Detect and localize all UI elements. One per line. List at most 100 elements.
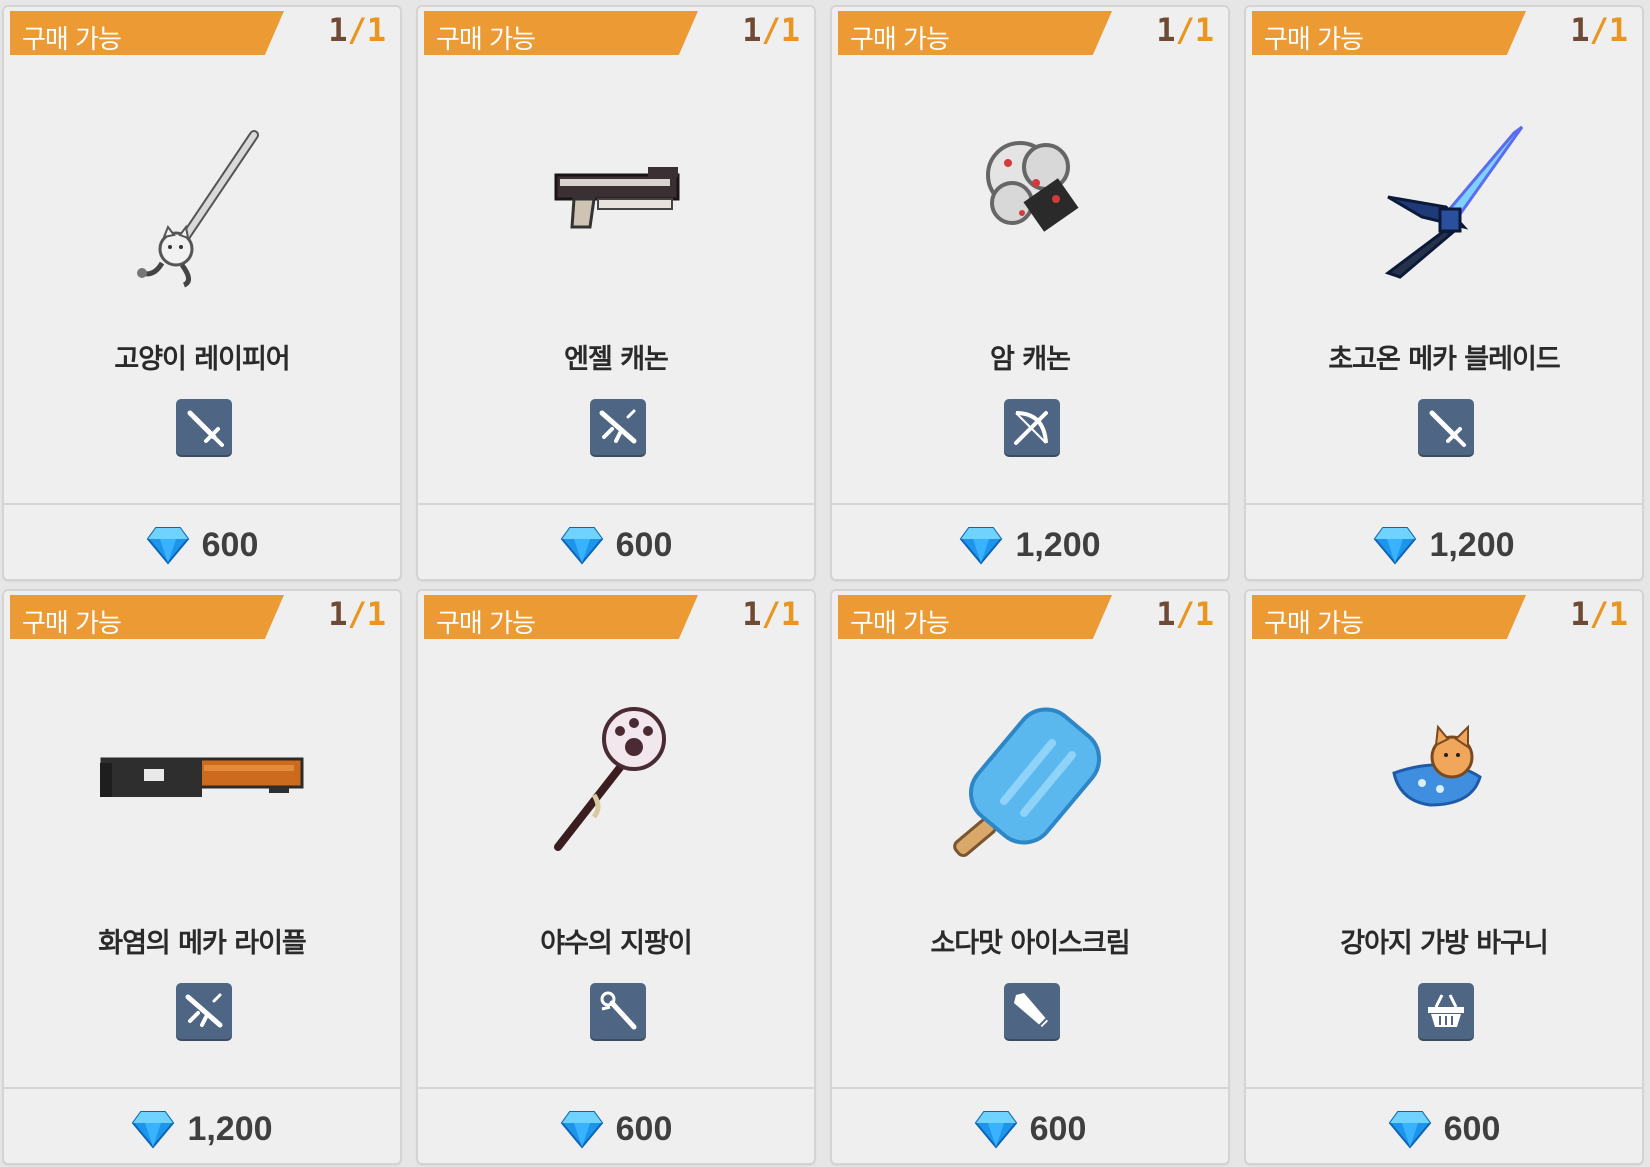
stock-separator: /: [1175, 11, 1195, 49]
price-row: 600: [418, 507, 814, 579]
availability-banner: 구매 가능: [838, 595, 1112, 639]
shop-item-card[interactable]: 구매 가능 1/1 소다맛 아이스크림 600: [830, 589, 1230, 1165]
availability-label: 구매 가능: [22, 25, 122, 55]
price-value: 1,200: [1429, 525, 1515, 564]
shop-item-card[interactable]: 구매 가능 1/1 엔젤 캐논 600: [416, 5, 816, 581]
shop-item-card[interactable]: 구매 가능 1/1 야수의 지팡이 600: [416, 589, 816, 1165]
price-row: 600: [1246, 1091, 1642, 1163]
availability-label: 구매 가능: [436, 609, 536, 639]
stock-max: 1: [1608, 11, 1628, 49]
availability-banner: 구매 가능: [1252, 11, 1526, 55]
item-name: 소다맛 아이스크림: [930, 928, 1130, 959]
diamond-icon: [974, 1111, 1017, 1149]
stock-current: 1: [1570, 11, 1590, 49]
availability-banner: 구매 가능: [10, 11, 284, 55]
stock-counter: 1/1: [1570, 595, 1628, 633]
stock-max: 1: [1608, 595, 1628, 633]
shop-item-card[interactable]: 구매 가능 1/1 강아지 가방 바구니 600: [1244, 589, 1644, 1165]
availability-banner: 구매 가능: [1252, 595, 1526, 639]
rifle-icon: [590, 399, 646, 455]
stock-max: 1: [1194, 11, 1214, 49]
shop-item-card[interactable]: 구매 가능 1/1 화염의 메카 라이플 1,200: [2, 589, 402, 1165]
rifle-icon: [176, 983, 232, 1039]
staff-icon: [590, 983, 646, 1039]
card-divider: [1246, 503, 1642, 505]
greatsword-icon: [1004, 983, 1060, 1039]
stock-counter: 1/1: [328, 11, 386, 49]
stock-current: 1: [328, 11, 348, 49]
availability-banner: 구매 가능: [424, 11, 698, 55]
stock-current: 1: [1156, 11, 1176, 49]
stock-current: 1: [1156, 595, 1176, 633]
card-divider: [4, 503, 400, 505]
availability-banner: 구매 가능: [838, 11, 1112, 55]
price-row: 1,200: [832, 507, 1228, 579]
diamond-icon: [960, 527, 1003, 565]
card-divider: [1246, 1087, 1642, 1089]
card-divider: [832, 1087, 1228, 1089]
shop-item-card[interactable]: 구매 가능 1/1 초고온 메카 블레이드 1,200: [1244, 5, 1644, 581]
stock-max: 1: [780, 595, 800, 633]
price-value: 600: [1029, 1109, 1087, 1148]
card-divider: [418, 1087, 814, 1089]
diamond-icon: [146, 527, 189, 565]
price-value: 600: [615, 1109, 673, 1148]
stock-current: 1: [742, 11, 762, 49]
availability-label: 구매 가능: [850, 25, 950, 55]
stock-max: 1: [366, 11, 386, 49]
stock-separator: /: [1175, 595, 1195, 633]
availability-label: 구매 가능: [436, 25, 536, 55]
price-row: 1,200: [4, 1091, 400, 1163]
card-divider: [4, 1087, 400, 1089]
availability-label: 구매 가능: [22, 609, 122, 639]
shop-grid: 구매 가능 1/1 고양이 레이피어 600 구매 가능 1/1 엔젤 캐논 6…: [2, 5, 1648, 1165]
diamond-icon: [1388, 1111, 1431, 1149]
sword-icon: [1418, 399, 1474, 455]
item-name: 화염의 메카 라이플: [98, 928, 307, 959]
price-row: 600: [832, 1091, 1228, 1163]
item-name: 엔젤 캐논: [564, 344, 669, 375]
availability-banner: 구매 가능: [424, 595, 698, 639]
price-value: 1,200: [1015, 525, 1101, 564]
bow-icon: [1004, 399, 1060, 455]
availability-label: 구매 가능: [850, 609, 950, 639]
shop-item-card[interactable]: 구매 가능 1/1 암 캐논 1,200: [830, 5, 1230, 581]
angel-cannon-image: [498, 67, 738, 307]
basket-icon: [1418, 983, 1474, 1039]
price-value: 600: [615, 525, 673, 564]
stock-max: 1: [780, 11, 800, 49]
availability-label: 구매 가능: [1264, 609, 1364, 639]
stock-separator: /: [1589, 11, 1609, 49]
stock-separator: /: [347, 11, 367, 49]
price-value: 600: [1443, 1109, 1501, 1148]
stock-max: 1: [1194, 595, 1214, 633]
arm-cannon-image: [912, 67, 1152, 307]
stock-counter: 1/1: [1156, 595, 1214, 633]
beast-staff-image: [498, 651, 738, 891]
card-divider: [832, 503, 1228, 505]
flame-mecha-rifle-image: [84, 651, 324, 891]
stock-counter: 1/1: [328, 595, 386, 633]
stock-separator: /: [761, 11, 781, 49]
price-row: 600: [4, 507, 400, 579]
availability-label: 구매 가능: [1264, 25, 1364, 55]
price-row: 600: [418, 1091, 814, 1163]
puppy-basket-image: [1326, 651, 1566, 891]
stock-current: 1: [1570, 595, 1590, 633]
availability-banner: 구매 가능: [10, 595, 284, 639]
price-value: 600: [201, 525, 259, 564]
mecha-blade-image: [1326, 67, 1566, 307]
item-name: 암 캐논: [990, 344, 1071, 375]
item-name: 초고온 메카 블레이드: [1328, 344, 1560, 375]
diamond-icon: [560, 527, 603, 565]
stock-separator: /: [347, 595, 367, 633]
stock-separator: /: [1589, 595, 1609, 633]
diamond-icon: [132, 1111, 175, 1149]
shop-item-card[interactable]: 구매 가능 1/1 고양이 레이피어 600: [2, 5, 402, 581]
stock-separator: /: [761, 595, 781, 633]
stock-counter: 1/1: [1156, 11, 1214, 49]
item-name: 야수의 지팡이: [540, 928, 692, 959]
stock-max: 1: [366, 595, 386, 633]
cat-rapier-image: [84, 67, 324, 307]
stock-current: 1: [742, 595, 762, 633]
